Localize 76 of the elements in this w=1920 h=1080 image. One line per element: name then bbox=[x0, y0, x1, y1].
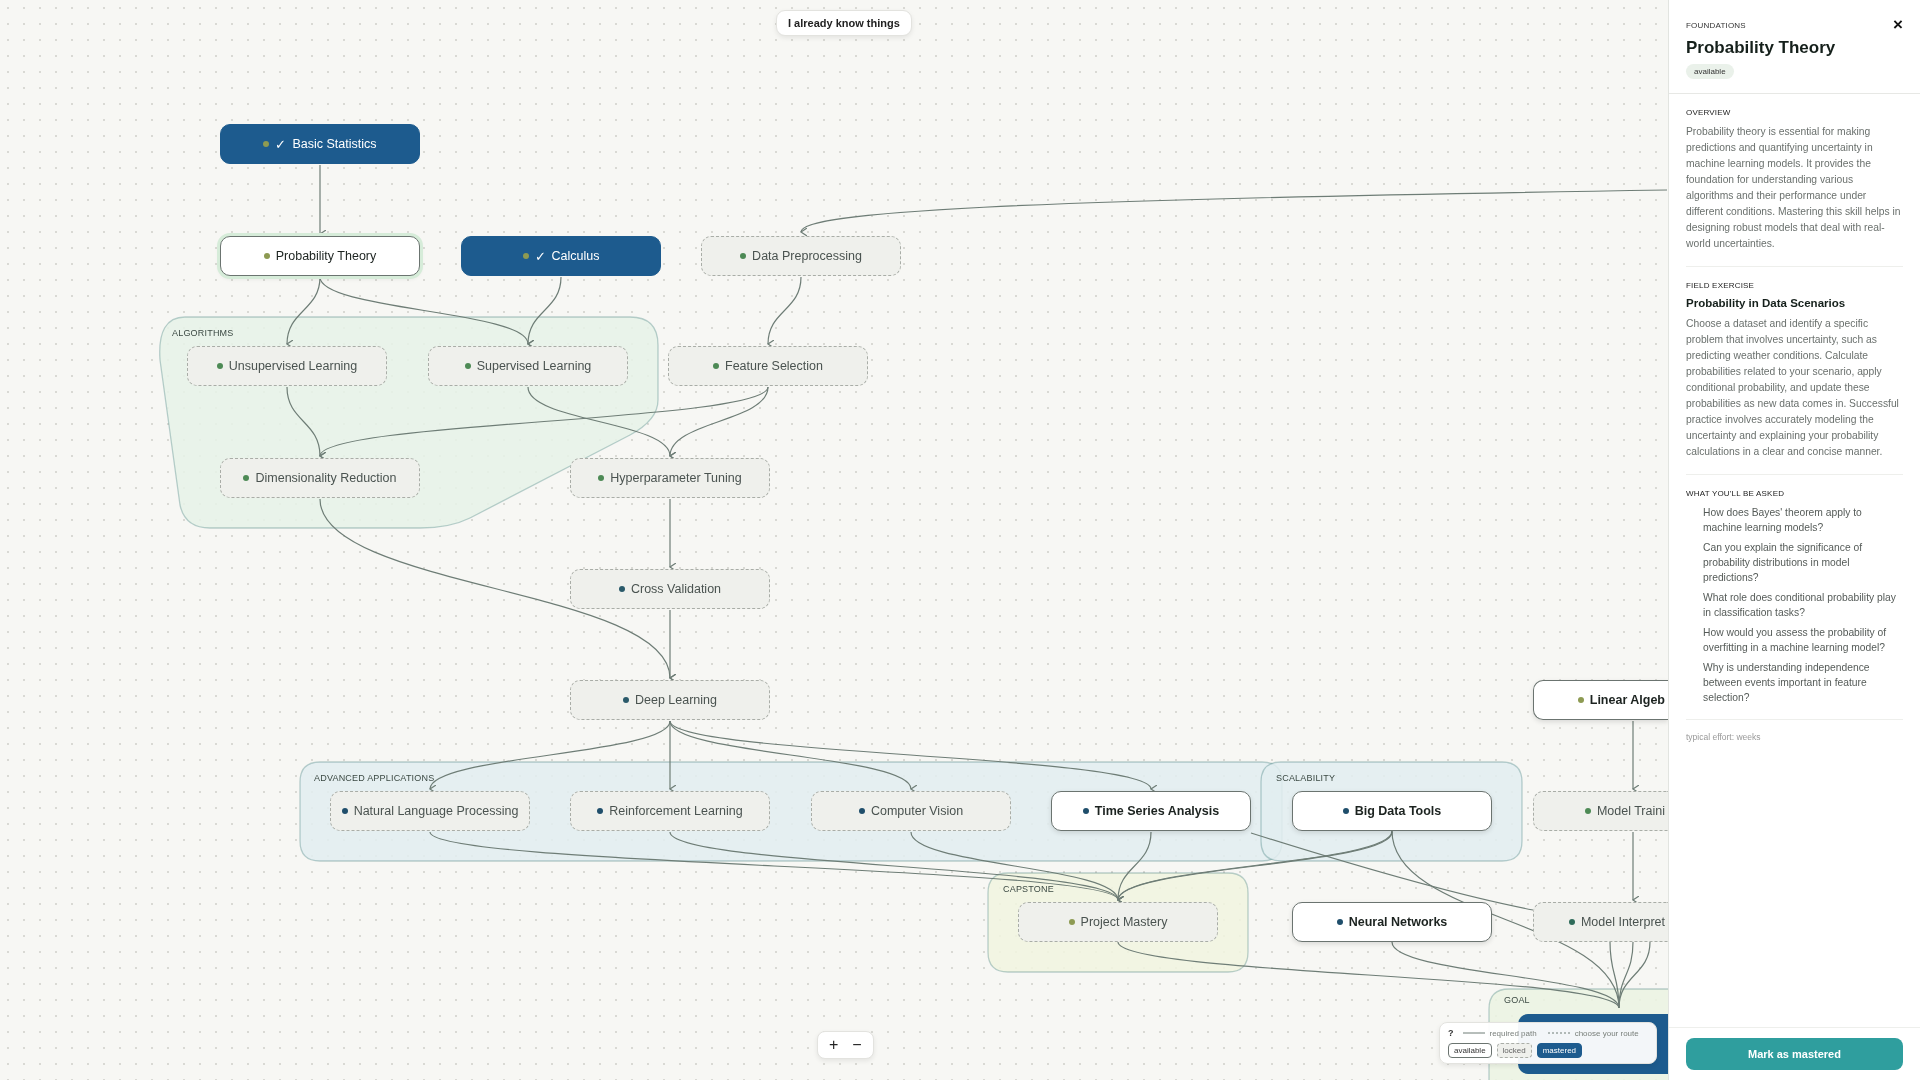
node-label: Deep Learning bbox=[635, 693, 717, 707]
node-label: Probability Theory bbox=[275, 249, 377, 263]
panel-title: Probability Theory bbox=[1686, 38, 1837, 58]
skill-node[interactable]: Data Preprocessing bbox=[701, 236, 901, 276]
section-heading: FIELD EXERCISE bbox=[1686, 281, 1756, 290]
legend-label: mastered bbox=[1536, 1043, 1583, 1058]
check-mark: ✓ bbox=[534, 248, 546, 264]
node-label: Supervised Learning bbox=[476, 359, 592, 373]
skill-node[interactable]: Neural Networks bbox=[1292, 902, 1492, 942]
node-label: Natural Language Processing bbox=[353, 804, 519, 818]
node-label: Project Mastery bbox=[1080, 915, 1168, 929]
group-label: SCALABILITY bbox=[1276, 773, 1336, 783]
skill-node[interactable]: Unsupervised Learning bbox=[187, 346, 387, 386]
zoom-in-button[interactable]: + bbox=[824, 1035, 844, 1055]
already-know-button[interactable]: I already know things bbox=[776, 10, 912, 36]
node-label: Reinforcement Learning bbox=[609, 804, 743, 818]
skill-node[interactable]: Supervised Learning bbox=[428, 346, 628, 386]
group-label: GOAL bbox=[1504, 995, 1530, 1005]
node-label: Unsupervised Learning bbox=[228, 359, 358, 373]
skill-node[interactable]: Feature Selection bbox=[668, 346, 868, 386]
skill-node[interactable]: Model Traini bbox=[1533, 791, 1668, 831]
question-text: Why is understanding independence between events important in feature selection? bbox=[1703, 661, 1871, 705]
node-label: Cross Validation bbox=[630, 582, 722, 596]
node-label: Hyperparameter Tuning bbox=[610, 471, 742, 485]
section-heading: WHAT YOU'LL BE ASKED bbox=[1686, 489, 1786, 498]
node-label: Linear Algeb bbox=[1589, 693, 1665, 707]
group-label: ADVANCED APPLICATIONS bbox=[314, 773, 435, 783]
legend-label: choose your route bbox=[1574, 1028, 1639, 1038]
node-label: Model Interpret bbox=[1580, 915, 1665, 929]
solid-line-icon bbox=[1462, 1031, 1485, 1035]
node-label: Computer Vision bbox=[870, 804, 964, 818]
skill-node[interactable]: Deep Learning bbox=[570, 680, 770, 720]
skill-node[interactable]: ✓ Calculus bbox=[461, 236, 661, 276]
skill-node[interactable]: Computer Vision bbox=[811, 791, 1011, 831]
section-heading: OVERVIEW bbox=[1686, 108, 1732, 117]
node-label: Model Traini bbox=[1596, 804, 1665, 818]
exercise-text: Choose a dataset and identify a specific problem that involves uncertainty, such as predicting weather conditions. Calculate probabilities related to your scenario, apply conditional probability, and update these probabilities as new data comes in. Successful practice involves accurately modeling the uncertainty and explaining your probability calculations in a clear and concise manner. bbox=[1686, 317, 1900, 459]
skill-node[interactable]: Hyperparameter Tuning bbox=[570, 458, 770, 498]
exercise-title: Probability in Data Scenarios bbox=[1686, 297, 1847, 309]
node-label: Basic Statistics bbox=[292, 137, 377, 151]
close-button[interactable]: × bbox=[1893, 18, 1903, 32]
overview-text: Probability theory is essential for making predictions and quantifying uncertainty in machine learning models. It provides the foundation for understanding various algorithms and their performance under different conditions. Mastering this skill helps in designing robust models that deal with real-world uncertainties. bbox=[1686, 125, 1902, 251]
help-label[interactable]: ? bbox=[1448, 1028, 1454, 1038]
skill-node[interactable]: Cross Validation bbox=[570, 569, 770, 609]
node-label: Time Series Analysis bbox=[1094, 804, 1220, 818]
skill-node[interactable]: ✓ Basic Statistics bbox=[220, 124, 420, 164]
status-badge: available bbox=[1686, 64, 1734, 79]
question-text: Can you explain the significance of probability distributions in model predictions? bbox=[1703, 541, 1864, 585]
zoom-out-button[interactable]: − bbox=[847, 1035, 867, 1055]
node-label: Feature Selection bbox=[725, 359, 823, 373]
skill-node[interactable]: Big Data Tools bbox=[1292, 791, 1492, 831]
question-text: What role does conditional probability play in classification tasks? bbox=[1703, 591, 1897, 620]
check-mark: ✓ bbox=[275, 136, 287, 152]
node-label: Data Preprocessing bbox=[752, 249, 862, 263]
skill-node[interactable]: Dimensionality Reduction bbox=[220, 458, 420, 498]
dotted-line-icon bbox=[1547, 1031, 1570, 1035]
skill-node[interactable]: Model Interpret bbox=[1533, 902, 1668, 942]
legend-label: available bbox=[1448, 1043, 1492, 1058]
question-text: How does Bayes' theorem apply to machine learning models? bbox=[1703, 506, 1863, 535]
node-label: Calculus bbox=[551, 249, 600, 263]
node-label: Dimensionality Reduction bbox=[255, 471, 397, 485]
legend-label: locked bbox=[1496, 1043, 1532, 1058]
skill-node[interactable]: Natural Language Processing bbox=[330, 791, 530, 831]
group-label: ALGORITHMS bbox=[172, 328, 234, 338]
skill-node[interactable]: Probability Theory bbox=[220, 236, 420, 276]
skill-node[interactable]: Project Mastery bbox=[1018, 902, 1218, 942]
node-label: Big Data Tools bbox=[1354, 804, 1442, 818]
skill-node[interactable]: Linear Algeb bbox=[1533, 680, 1668, 720]
effort-text: typical effort: weeks bbox=[1686, 731, 1762, 742]
category-label: FOUNDATIONS bbox=[1686, 20, 1746, 30]
question-text: How would you assess the probability of overfitting in a machine learning model? bbox=[1703, 626, 1888, 655]
node-label: Neural Networks bbox=[1348, 915, 1448, 929]
legend-label: required path bbox=[1489, 1028, 1537, 1038]
group-label: CAPSTONE bbox=[1003, 884, 1054, 894]
skill-node[interactable]: Reinforcement Learning bbox=[570, 791, 770, 831]
skill-node[interactable]: Time Series Analysis bbox=[1051, 791, 1251, 831]
